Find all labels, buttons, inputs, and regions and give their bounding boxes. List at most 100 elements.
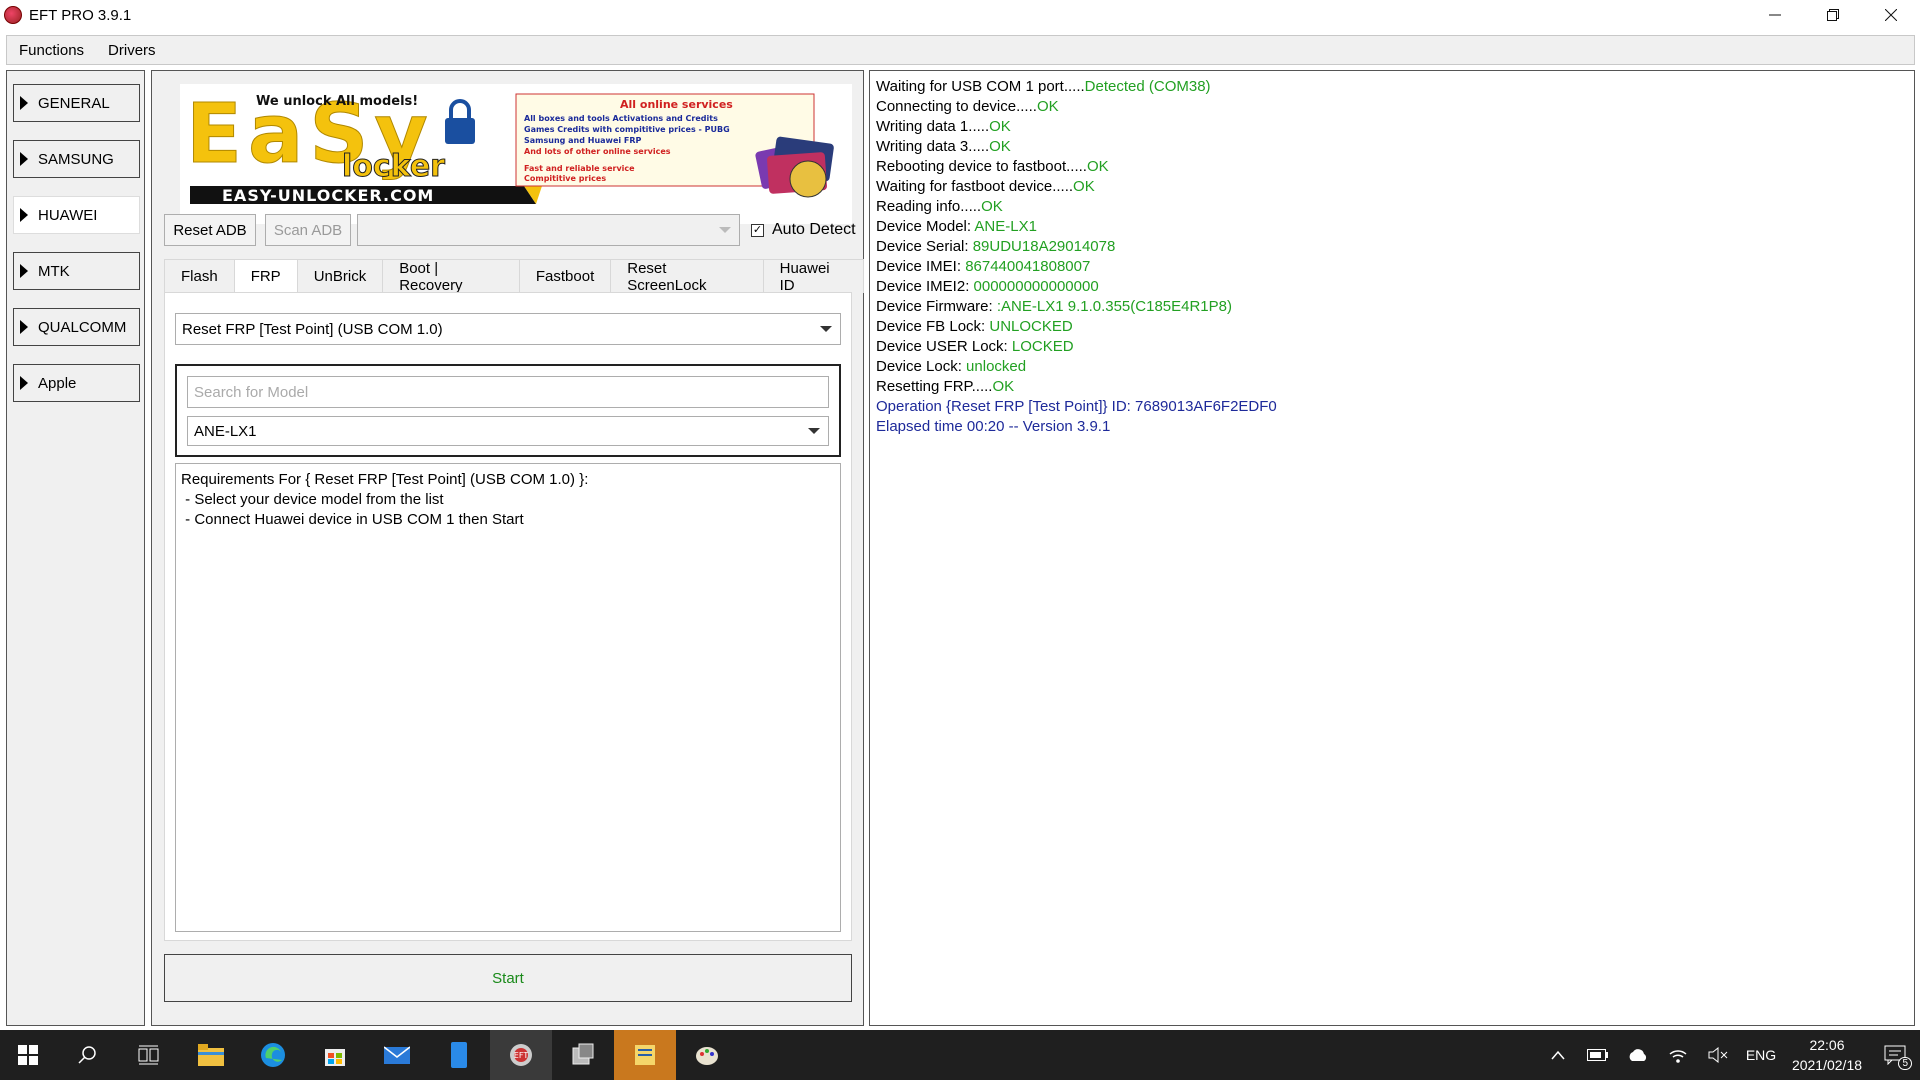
log-line: Writing data 1.....OK [876, 117, 1908, 137]
scan-adb-button[interactable]: Scan ADB [265, 214, 351, 246]
tab-flash[interactable]: Flash [164, 259, 235, 293]
log-line: Device FB Lock: UNLOCKED [876, 317, 1908, 337]
log-line: Device USER Lock: LOCKED [876, 337, 1908, 357]
tab-huawei-id[interactable]: Huawei ID [762, 259, 864, 294]
start-button[interactable] [0, 1030, 56, 1080]
frp-operation-select[interactable]: Reset FRP [Test Point] (USB COM 1.0) [175, 313, 841, 345]
svg-text:EFT: EFT [514, 1051, 529, 1060]
tab-fastboot[interactable]: Fastboot [518, 259, 612, 293]
task-view-icon [138, 1045, 159, 1065]
log-line: Waiting for USB COM 1 port.....Detected … [876, 77, 1908, 97]
log-value: 000000000000000 [973, 278, 1099, 295]
log-label: Connecting to device..... [876, 98, 1037, 115]
adb-port-combo[interactable] [357, 214, 740, 246]
tab-frp[interactable]: FRP [233, 259, 298, 293]
log-label: Writing data 1..... [876, 118, 990, 135]
maximize-button[interactable] [1804, 0, 1862, 30]
taskbar-notes-app[interactable] [614, 1030, 676, 1080]
taskbar-phone-app[interactable] [428, 1030, 490, 1080]
chevron-down-icon [820, 326, 832, 332]
expand-triangle-icon [20, 264, 28, 278]
log-label: Rebooting device to fastboot..... [876, 158, 1087, 175]
log-label: Device IMEI2: [876, 278, 974, 295]
log-value: OK [1073, 178, 1095, 195]
menu-functions[interactable]: Functions [7, 42, 96, 59]
category-apple-button[interactable]: Apple [13, 364, 140, 402]
taskbar-mail[interactable] [366, 1030, 428, 1080]
log-info-text: Elapsed time 00:20 -- Version 3.9.1 [876, 418, 1111, 435]
model-select[interactable]: ANE-LX1 [187, 416, 829, 446]
log-value: Detected (COM38) [1084, 78, 1211, 95]
close-button[interactable] [1862, 0, 1920, 30]
log-label: Resetting FRP..... [876, 378, 993, 395]
requirements-text: Requirements For { Reset FRP [Test Point… [175, 463, 841, 932]
log-value: LOCKED [1011, 338, 1074, 355]
log-line: Device IMEI2: 000000000000000 [876, 277, 1908, 297]
menu-drivers[interactable]: Drivers [96, 42, 168, 59]
category-qualcomm-button[interactable]: QUALCOMM [13, 308, 140, 346]
category-mtk-button[interactable]: MTK [13, 252, 140, 290]
windows-start-icon [18, 1045, 38, 1065]
log-label: Writing data 3..... [876, 138, 990, 155]
taskbar-tool-app[interactable] [552, 1030, 614, 1080]
log-label: Reading info..... [876, 198, 982, 215]
expand-triangle-icon [20, 152, 28, 166]
onedrive-button[interactable] [1618, 1030, 1658, 1080]
start-button[interactable]: Start [164, 954, 852, 1002]
taskbar-file-explorer[interactable] [180, 1030, 242, 1080]
show-hidden-icons-button[interactable] [1538, 1030, 1578, 1080]
category-samsung-button[interactable]: SAMSUNG [13, 140, 140, 178]
log-output-panel[interactable]: Waiting for USB COM 1 port.....Detected … [869, 70, 1915, 1026]
battery-button[interactable] [1578, 1030, 1618, 1080]
input-language-button[interactable]: ENG [1738, 1030, 1784, 1080]
network-button[interactable] [1658, 1030, 1698, 1080]
log-label: Device Serial: [876, 238, 973, 255]
chevron-down-icon [808, 428, 820, 434]
model-selection-group: Search for Model ANE-LX1 [175, 364, 841, 457]
edge-icon [261, 1043, 285, 1067]
clock-button[interactable]: 22:06 2021/02/18 [1784, 1035, 1870, 1075]
category-general-button[interactable]: GENERAL [13, 84, 140, 122]
log-value: unlocked [966, 358, 1027, 375]
taskbar-eft-app[interactable]: EFT [490, 1030, 552, 1080]
volume-muted-icon [1708, 1047, 1728, 1063]
cloud-icon [1629, 1049, 1647, 1061]
tab-reset-screenlock[interactable]: Reset ScreenLock [610, 259, 764, 294]
services-line-2: Games Credits with compititive prices - … [524, 125, 730, 134]
log-line: Reading info.....OK [876, 197, 1908, 217]
tab-boot-recovery[interactable]: Boot | Recovery [382, 259, 520, 294]
log-label: Waiting for USB COM 1 port..... [876, 78, 1085, 95]
clock-date: 2021/02/18 [1791, 1057, 1863, 1073]
operation-panel: EaSy locker We unlock All models! EASY-U… [151, 70, 864, 1026]
eft-app-icon: EFT [510, 1044, 532, 1066]
volume-button[interactable] [1698, 1030, 1738, 1080]
category-huawei-button[interactable]: HUAWEI [13, 196, 140, 234]
banner-graphic: EaSy locker We unlock All models! EASY-U… [180, 84, 852, 224]
notifications-button[interactable]: 5 [1870, 1030, 1920, 1080]
taskbar-store[interactable] [304, 1030, 366, 1080]
tab-unbrick[interactable]: UnBrick [296, 259, 384, 293]
app-logo-icon [4, 6, 22, 24]
minimize-button[interactable] [1746, 0, 1804, 30]
log-line: Connecting to device.....OK [876, 97, 1908, 117]
services-footer-2: Compititive prices [524, 174, 606, 183]
easy-unlocker-banner[interactable]: EaSy locker We unlock All models! EASY-U… [180, 84, 852, 224]
log-value: 867440041808007 [965, 258, 1091, 275]
log-value: UNLOCKED [989, 318, 1073, 335]
log-line: Operation {Reset FRP [Test Point]} ID: 7… [876, 397, 1908, 417]
log-label: Device Lock: [876, 358, 967, 375]
title-bar: EFT PRO 3.9.1 [0, 0, 1920, 30]
taskbar-paint-app[interactable] [676, 1030, 738, 1080]
requirements-line: - Select your device model from the list [181, 491, 444, 508]
task-view-button[interactable] [118, 1030, 180, 1080]
taskbar-search-button[interactable] [56, 1030, 118, 1080]
auto-detect-checkbox[interactable]: ✓ Auto Detect [751, 221, 856, 239]
requirements-line: - Connect Huawei device in USB COM 1 the… [181, 511, 524, 528]
taskbar-edge[interactable] [242, 1030, 304, 1080]
expand-triangle-icon [20, 96, 28, 110]
reset-adb-button[interactable]: Reset ADB [164, 214, 256, 246]
log-value: OK [989, 118, 1011, 135]
model-search-input[interactable]: Search for Model [187, 376, 829, 408]
requirements-line: Requirements For { Reset FRP [Test Point… [181, 471, 589, 488]
log-line: Device Model: ANE-LX1 [876, 217, 1908, 237]
